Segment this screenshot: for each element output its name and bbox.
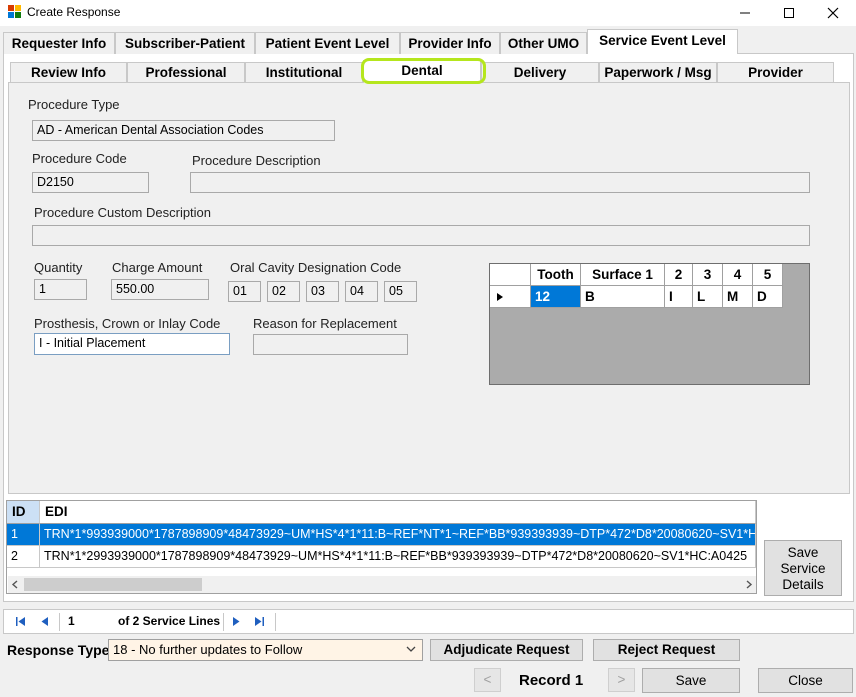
- surface-2-column-header[interactable]: 2: [665, 264, 693, 286]
- edi-row-2-edi[interactable]: TRN*1*2993939000*1787898909*48473929~UM*…: [40, 546, 756, 568]
- next-record-button[interactable]: >: [608, 668, 635, 692]
- tab-requester-info[interactable]: Requester Info: [3, 32, 115, 54]
- surface-5-column-header[interactable]: 5: [753, 264, 783, 286]
- surface-2-cell[interactable]: I: [665, 286, 693, 308]
- tab-paperwork-msg[interactable]: Paperwork / Msg: [599, 62, 717, 82]
- procedure-custom-description-label: Procedure Custom Description: [34, 205, 212, 220]
- maximize-icon: [784, 8, 794, 18]
- oral-cavity-field-5[interactable]: 05: [384, 281, 417, 302]
- oral-cavity-field-1[interactable]: 01: [228, 281, 261, 302]
- procedure-code-field[interactable]: D2150: [32, 172, 149, 193]
- tab-other-umo[interactable]: Other UMO: [500, 32, 587, 54]
- maximize-button[interactable]: [766, 0, 812, 26]
- first-record-icon[interactable]: [15, 616, 26, 627]
- save-service-details-button[interactable]: Save Service Details: [764, 540, 842, 596]
- edi-grid[interactable]: ID EDI 1 TRN*1*993939000*1787898909*4847…: [6, 500, 757, 594]
- record-count-label: of 2 Service Lines: [118, 614, 221, 628]
- row-header[interactable]: [490, 286, 531, 308]
- procedure-type-label: Procedure Type: [28, 97, 120, 112]
- id-column-header[interactable]: ID: [7, 501, 40, 524]
- edi-horizontal-scrollbar[interactable]: [8, 576, 756, 593]
- next-record-icon[interactable]: [232, 616, 241, 627]
- tooth-column-header[interactable]: Tooth: [531, 264, 581, 286]
- procedure-type-field[interactable]: AD - American Dental Association Codes: [32, 120, 335, 141]
- nav-separator: [275, 613, 276, 631]
- surface-1-cell[interactable]: B: [581, 286, 665, 308]
- procedure-description-field[interactable]: [190, 172, 810, 193]
- surface-1-column-header[interactable]: Surface 1: [581, 264, 665, 286]
- record-position-field[interactable]: 1: [68, 614, 75, 628]
- tab-institutional[interactable]: Institutional: [245, 62, 363, 82]
- tooth-grid-corner: [490, 264, 531, 286]
- prosthesis-label: Prosthesis, Crown or Inlay Code: [34, 316, 221, 331]
- tab-professional[interactable]: Professional: [127, 62, 245, 82]
- tab-provider-info[interactable]: Provider Info: [400, 32, 500, 54]
- chevron-down-icon: [406, 646, 416, 652]
- nav-separator: [223, 613, 224, 631]
- procedure-custom-description-field[interactable]: [32, 225, 810, 246]
- service-line-navigator: 1 of 2 Service Lines: [3, 609, 854, 634]
- edi-row-2-id[interactable]: 2: [7, 546, 40, 568]
- quantity-field[interactable]: 1: [34, 279, 87, 300]
- oral-cavity-field-4[interactable]: 04: [345, 281, 378, 302]
- minimize-button[interactable]: [722, 0, 768, 26]
- app-icon: [8, 5, 21, 18]
- surface-4-cell[interactable]: M: [723, 286, 753, 308]
- scroll-left-icon[interactable]: [11, 580, 19, 589]
- scroll-thumb[interactable]: [24, 578, 202, 591]
- previous-record-button[interactable]: <: [474, 668, 501, 692]
- surface-3-cell[interactable]: L: [693, 286, 723, 308]
- tab-review-info[interactable]: Review Info: [10, 62, 127, 82]
- tab-subscriber-patient[interactable]: Subscriber-Patient: [115, 32, 255, 54]
- oral-cavity-label: Oral Cavity Designation Code: [230, 260, 402, 275]
- procedure-code-label: Procedure Code: [32, 151, 127, 166]
- window-title: Create Response: [27, 5, 121, 19]
- procedure-description-label: Procedure Description: [192, 153, 321, 168]
- minimize-icon: [740, 12, 750, 14]
- edi-column-header[interactable]: EDI: [40, 501, 756, 524]
- surface-5-cell[interactable]: D: [753, 286, 783, 308]
- response-type-value: 18 - No further updates to Follow: [113, 642, 303, 657]
- prosthesis-field[interactable]: I - Initial Placement: [34, 333, 230, 355]
- charge-amount-label: Charge Amount: [112, 260, 203, 275]
- tab-service-event-level[interactable]: Service Event Level: [587, 29, 738, 54]
- row-pointer-icon: [497, 293, 503, 301]
- save-button[interactable]: Save: [642, 668, 740, 693]
- reason-replacement-label: Reason for Replacement: [253, 316, 397, 331]
- last-record-icon[interactable]: [254, 616, 265, 627]
- edi-row-1-id[interactable]: 1: [7, 524, 40, 546]
- nav-separator: [59, 613, 60, 631]
- oral-cavity-field-3[interactable]: 03: [306, 281, 339, 302]
- tab-patient-event-level[interactable]: Patient Event Level: [255, 32, 400, 54]
- reason-replacement-field[interactable]: [253, 334, 408, 355]
- tooth-grid[interactable]: Tooth Surface 1 2 3 4 5 12 B I L M D: [489, 263, 810, 385]
- oral-cavity-field-2[interactable]: 02: [267, 281, 300, 302]
- surface-4-column-header[interactable]: 4: [723, 264, 753, 286]
- close-button[interactable]: Close: [758, 668, 853, 693]
- record-label: Record 1: [519, 672, 584, 689]
- quantity-label: Quantity: [34, 260, 83, 275]
- tooth-cell[interactable]: 12: [531, 286, 581, 308]
- reject-request-button[interactable]: Reject Request: [593, 639, 740, 661]
- response-type-select[interactable]: 18 - No further updates to Follow: [108, 639, 423, 661]
- charge-amount-field[interactable]: 550.00: [111, 279, 209, 300]
- surface-3-column-header[interactable]: 3: [693, 264, 723, 286]
- close-window-button[interactable]: [810, 0, 856, 26]
- edi-row-1-edi[interactable]: TRN*1*993939000*1787898909*48473929~UM*H…: [40, 524, 756, 546]
- adjudicate-request-button[interactable]: Adjudicate Request: [430, 639, 583, 661]
- scroll-right-icon[interactable]: [745, 580, 753, 589]
- tab-delivery[interactable]: Delivery: [481, 62, 599, 82]
- tab-provider[interactable]: Provider: [717, 62, 834, 82]
- response-type-label: Response Type: [7, 642, 110, 658]
- dental-tab-highlight: [361, 58, 486, 84]
- close-icon: [827, 7, 839, 19]
- previous-record-icon[interactable]: [40, 616, 49, 627]
